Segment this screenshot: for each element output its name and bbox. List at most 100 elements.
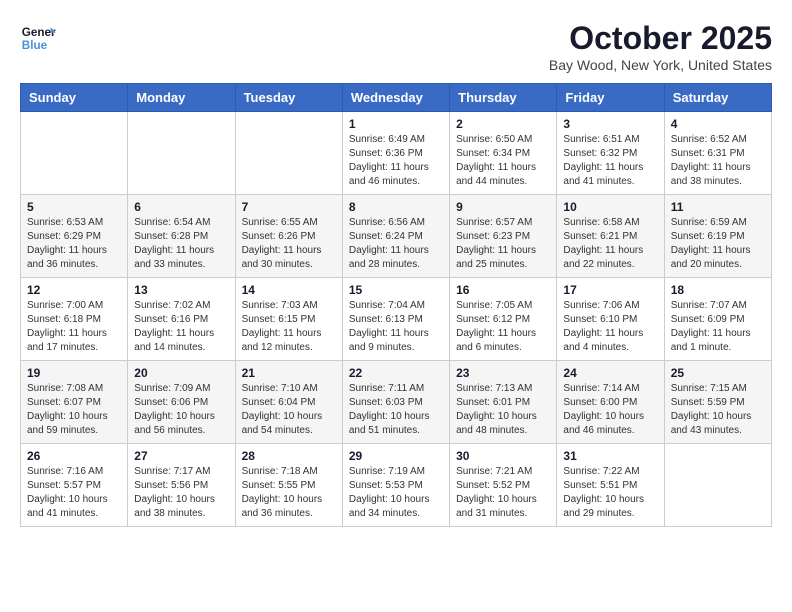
day-info: Sunrise: 6:50 AM Sunset: 6:34 PM Dayligh… bbox=[456, 133, 550, 189]
table-row: 26 Sunrise: 7:16 AM Sunset: 5:57 PM Dayli… bbox=[21, 444, 128, 527]
day-number: 22 bbox=[349, 366, 443, 380]
table-row: 13 Sunrise: 7:02 AM Sunset: 6:16 PM Dayli… bbox=[128, 278, 235, 361]
table-row: 7 Sunrise: 6:55 AM Sunset: 6:26 PM Daylig… bbox=[235, 195, 342, 278]
day-number: 11 bbox=[671, 200, 765, 214]
svg-text:Blue: Blue bbox=[22, 39, 48, 52]
day-info: Sunrise: 7:08 AM Sunset: 6:07 PM Dayligh… bbox=[27, 382, 121, 438]
calendar-week-3: 12 Sunrise: 7:00 AM Sunset: 6:18 PM Dayli… bbox=[21, 278, 772, 361]
day-number: 30 bbox=[456, 449, 550, 463]
col-monday: Monday bbox=[128, 84, 235, 112]
day-info: Sunrise: 6:59 AM Sunset: 6:19 PM Dayligh… bbox=[671, 216, 765, 272]
table-row: 4 Sunrise: 6:52 AM Sunset: 6:31 PM Daylig… bbox=[664, 112, 771, 195]
calendar-table: Sunday Monday Tuesday Wednesday Thursday… bbox=[20, 83, 772, 527]
day-info: Sunrise: 6:53 AM Sunset: 6:29 PM Dayligh… bbox=[27, 216, 121, 272]
table-row: 12 Sunrise: 7:00 AM Sunset: 6:18 PM Dayli… bbox=[21, 278, 128, 361]
col-tuesday: Tuesday bbox=[235, 84, 342, 112]
day-info: Sunrise: 7:19 AM Sunset: 5:53 PM Dayligh… bbox=[349, 465, 443, 521]
day-number: 26 bbox=[27, 449, 121, 463]
logo-icon: General Blue bbox=[20, 20, 56, 56]
day-info: Sunrise: 6:57 AM Sunset: 6:23 PM Dayligh… bbox=[456, 216, 550, 272]
col-saturday: Saturday bbox=[664, 84, 771, 112]
day-number: 16 bbox=[456, 283, 550, 297]
day-info: Sunrise: 6:58 AM Sunset: 6:21 PM Dayligh… bbox=[563, 216, 657, 272]
day-info: Sunrise: 7:06 AM Sunset: 6:10 PM Dayligh… bbox=[563, 299, 657, 355]
table-row: 6 Sunrise: 6:54 AM Sunset: 6:28 PM Daylig… bbox=[128, 195, 235, 278]
day-info: Sunrise: 7:13 AM Sunset: 6:01 PM Dayligh… bbox=[456, 382, 550, 438]
day-info: Sunrise: 6:49 AM Sunset: 6:36 PM Dayligh… bbox=[349, 133, 443, 189]
day-number: 9 bbox=[456, 200, 550, 214]
col-friday: Friday bbox=[557, 84, 664, 112]
calendar-week-5: 26 Sunrise: 7:16 AM Sunset: 5:57 PM Dayli… bbox=[21, 444, 772, 527]
table-row bbox=[21, 112, 128, 195]
calendar-week-4: 19 Sunrise: 7:08 AM Sunset: 6:07 PM Dayli… bbox=[21, 361, 772, 444]
table-row: 30 Sunrise: 7:21 AM Sunset: 5:52 PM Dayli… bbox=[450, 444, 557, 527]
day-number: 12 bbox=[27, 283, 121, 297]
calendar-header-row: Sunday Monday Tuesday Wednesday Thursday… bbox=[21, 84, 772, 112]
day-info: Sunrise: 6:54 AM Sunset: 6:28 PM Dayligh… bbox=[134, 216, 228, 272]
table-row: 20 Sunrise: 7:09 AM Sunset: 6:06 PM Dayli… bbox=[128, 361, 235, 444]
day-number: 14 bbox=[242, 283, 336, 297]
col-sunday: Sunday bbox=[21, 84, 128, 112]
day-number: 4 bbox=[671, 117, 765, 131]
col-wednesday: Wednesday bbox=[342, 84, 449, 112]
day-number: 6 bbox=[134, 200, 228, 214]
day-info: Sunrise: 7:04 AM Sunset: 6:13 PM Dayligh… bbox=[349, 299, 443, 355]
day-number: 3 bbox=[563, 117, 657, 131]
table-row: 19 Sunrise: 7:08 AM Sunset: 6:07 PM Dayli… bbox=[21, 361, 128, 444]
day-info: Sunrise: 7:00 AM Sunset: 6:18 PM Dayligh… bbox=[27, 299, 121, 355]
calendar-week-1: 1 Sunrise: 6:49 AM Sunset: 6:36 PM Daylig… bbox=[21, 112, 772, 195]
day-info: Sunrise: 7:17 AM Sunset: 5:56 PM Dayligh… bbox=[134, 465, 228, 521]
day-info: Sunrise: 7:02 AM Sunset: 6:16 PM Dayligh… bbox=[134, 299, 228, 355]
table-row: 21 Sunrise: 7:10 AM Sunset: 6:04 PM Dayli… bbox=[235, 361, 342, 444]
day-info: Sunrise: 7:22 AM Sunset: 5:51 PM Dayligh… bbox=[563, 465, 657, 521]
day-info: Sunrise: 6:56 AM Sunset: 6:24 PM Dayligh… bbox=[349, 216, 443, 272]
day-info: Sunrise: 6:52 AM Sunset: 6:31 PM Dayligh… bbox=[671, 133, 765, 189]
location-subtitle: Bay Wood, New York, United States bbox=[549, 57, 772, 73]
day-info: Sunrise: 7:21 AM Sunset: 5:52 PM Dayligh… bbox=[456, 465, 550, 521]
day-number: 15 bbox=[349, 283, 443, 297]
title-section: October 2025 Bay Wood, New York, United … bbox=[549, 20, 772, 73]
table-row: 29 Sunrise: 7:19 AM Sunset: 5:53 PM Dayli… bbox=[342, 444, 449, 527]
day-number: 1 bbox=[349, 117, 443, 131]
table-row: 9 Sunrise: 6:57 AM Sunset: 6:23 PM Daylig… bbox=[450, 195, 557, 278]
table-row bbox=[235, 112, 342, 195]
page-header: General Blue October 2025 Bay Wood, New … bbox=[20, 20, 772, 73]
day-number: 20 bbox=[134, 366, 228, 380]
day-number: 21 bbox=[242, 366, 336, 380]
day-info: Sunrise: 7:07 AM Sunset: 6:09 PM Dayligh… bbox=[671, 299, 765, 355]
month-title: October 2025 bbox=[549, 20, 772, 57]
table-row: 16 Sunrise: 7:05 AM Sunset: 6:12 PM Dayli… bbox=[450, 278, 557, 361]
table-row: 31Sunrise: 7:22 AM Sunset: 5:51 PM Dayli… bbox=[557, 444, 664, 527]
table-row bbox=[664, 444, 771, 527]
day-number: 29 bbox=[349, 449, 443, 463]
day-number: 13 bbox=[134, 283, 228, 297]
day-info: Sunrise: 7:18 AM Sunset: 5:55 PM Dayligh… bbox=[242, 465, 336, 521]
table-row: 27Sunrise: 7:17 AM Sunset: 5:56 PM Dayli… bbox=[128, 444, 235, 527]
day-number: 24 bbox=[563, 366, 657, 380]
table-row: 10Sunrise: 6:58 AM Sunset: 6:21 PM Dayli… bbox=[557, 195, 664, 278]
day-info: Sunrise: 7:11 AM Sunset: 6:03 PM Dayligh… bbox=[349, 382, 443, 438]
day-number: 8 bbox=[349, 200, 443, 214]
day-number: 23 bbox=[456, 366, 550, 380]
table-row: 22 Sunrise: 7:11 AM Sunset: 6:03 PM Dayli… bbox=[342, 361, 449, 444]
day-number: 19 bbox=[27, 366, 121, 380]
day-number: 18 bbox=[671, 283, 765, 297]
day-info: Sunrise: 7:03 AM Sunset: 6:15 PM Dayligh… bbox=[242, 299, 336, 355]
table-row: 24Sunrise: 7:14 AM Sunset: 6:00 PM Dayli… bbox=[557, 361, 664, 444]
day-number: 28 bbox=[242, 449, 336, 463]
table-row: 3Sunrise: 6:51 AM Sunset: 6:32 PM Daylig… bbox=[557, 112, 664, 195]
day-info: Sunrise: 7:09 AM Sunset: 6:06 PM Dayligh… bbox=[134, 382, 228, 438]
table-row: 8 Sunrise: 6:56 AM Sunset: 6:24 PM Daylig… bbox=[342, 195, 449, 278]
day-number: 7 bbox=[242, 200, 336, 214]
day-number: 17 bbox=[563, 283, 657, 297]
day-info: Sunrise: 7:10 AM Sunset: 6:04 PM Dayligh… bbox=[242, 382, 336, 438]
logo: General Blue bbox=[20, 20, 60, 56]
table-row: 5 Sunrise: 6:53 AM Sunset: 6:29 PM Daylig… bbox=[21, 195, 128, 278]
day-info: Sunrise: 6:55 AM Sunset: 6:26 PM Dayligh… bbox=[242, 216, 336, 272]
day-number: 2 bbox=[456, 117, 550, 131]
table-row: 1 Sunrise: 6:49 AM Sunset: 6:36 PM Daylig… bbox=[342, 112, 449, 195]
day-info: Sunrise: 7:05 AM Sunset: 6:12 PM Dayligh… bbox=[456, 299, 550, 355]
day-number: 5 bbox=[27, 200, 121, 214]
table-row bbox=[128, 112, 235, 195]
day-info: Sunrise: 7:16 AM Sunset: 5:57 PM Dayligh… bbox=[27, 465, 121, 521]
